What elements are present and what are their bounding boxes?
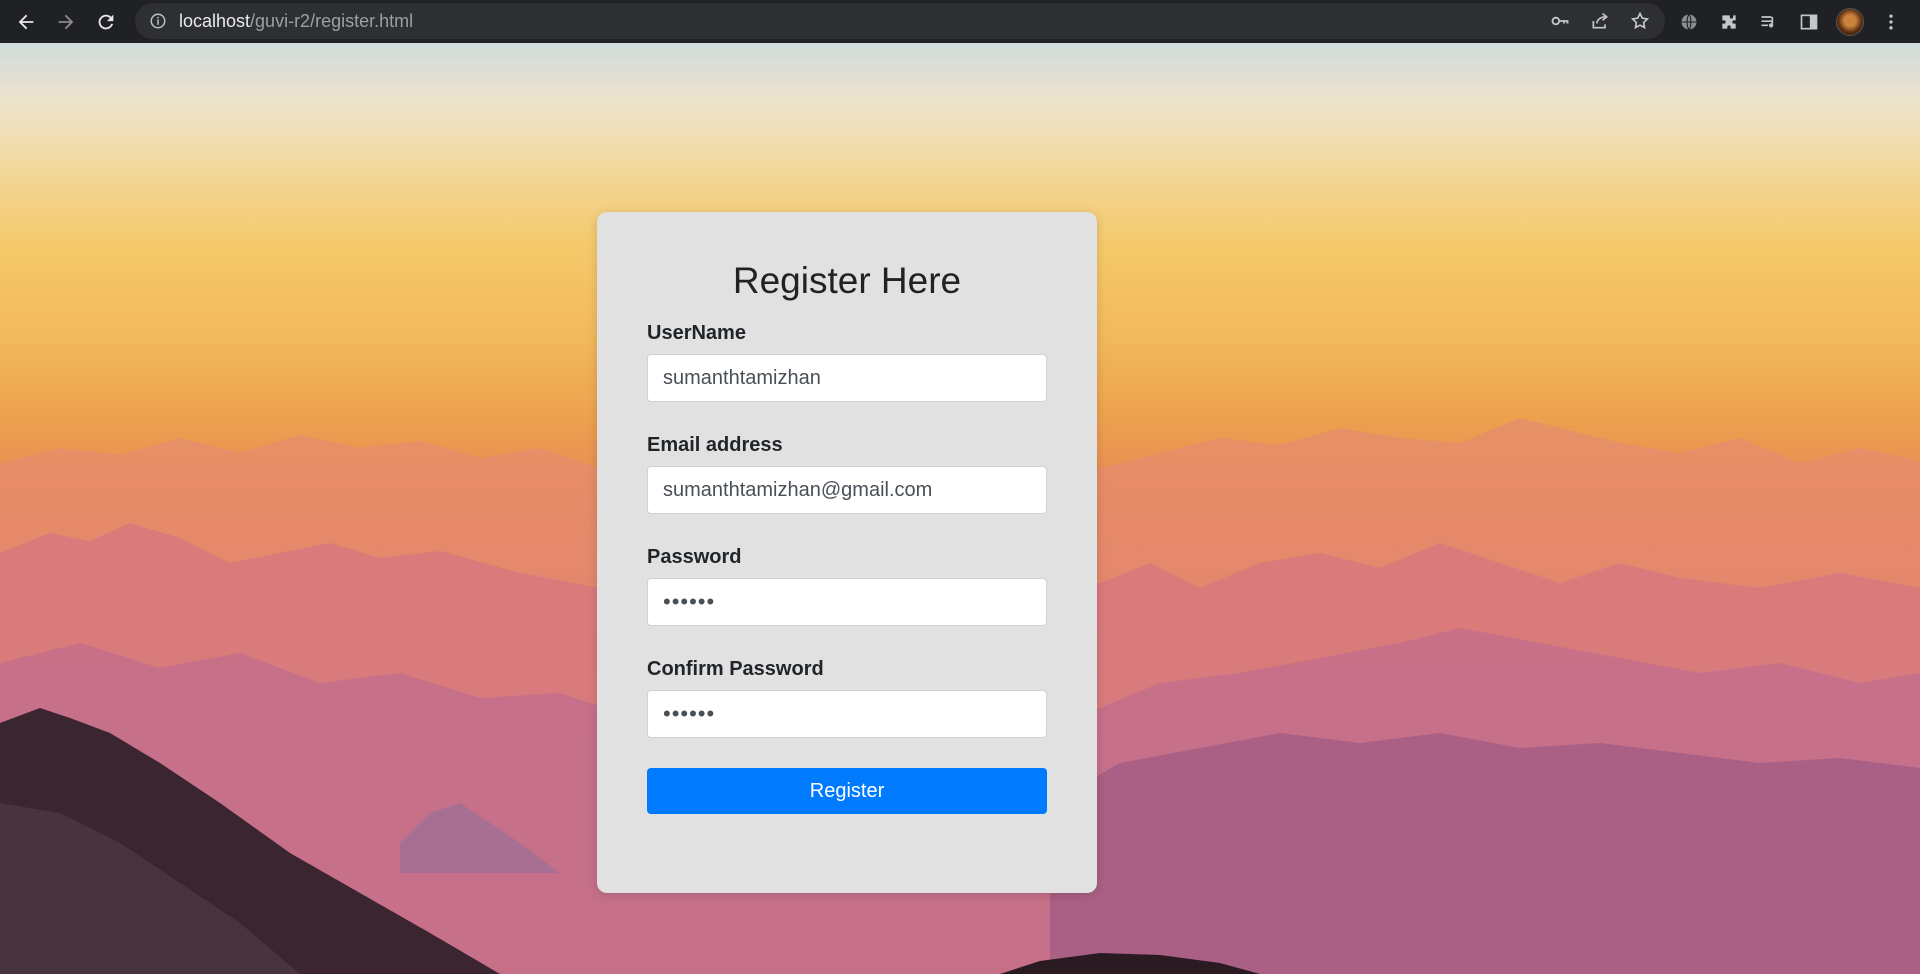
password-label: Password	[647, 546, 742, 568]
info-icon[interactable]	[149, 12, 167, 30]
media-icon[interactable]	[1756, 9, 1782, 35]
url-text: localhost/guvi-r2/register.html	[179, 11, 413, 32]
reload-button[interactable]	[86, 2, 126, 42]
confirm-password-field[interactable]	[647, 690, 1047, 738]
forward-button[interactable]	[46, 2, 86, 42]
share-icon[interactable]	[1587, 8, 1613, 34]
browser-toolbar: localhost/guvi-r2/register.html	[0, 0, 1920, 43]
username-label: UserName	[647, 322, 746, 344]
globe-icon[interactable]	[1676, 9, 1702, 35]
reload-icon	[98, 14, 114, 29]
password-field[interactable]	[647, 578, 1047, 626]
avatar[interactable]	[1836, 7, 1864, 36]
address-bar[interactable]: localhost/guvi-r2/register.html	[135, 3, 1665, 39]
star-icon[interactable]	[1627, 8, 1653, 34]
confirm-password-label: Confirm Password	[647, 658, 824, 680]
key-icon[interactable]	[1547, 8, 1573, 34]
register-button[interactable]: Register	[647, 768, 1047, 814]
puzzle-icon[interactable]	[1716, 9, 1742, 35]
email-label: Email address	[647, 434, 783, 456]
url-path: /guvi-r2/register.html	[250, 10, 414, 31]
register-card: Register Here UserName Email address Pas…	[597, 212, 1097, 893]
back-button[interactable]	[6, 2, 46, 42]
arrow-right-icon	[58, 14, 74, 29]
url-host: localhost	[179, 10, 251, 31]
email-field[interactable]	[647, 466, 1047, 514]
username-field[interactable]	[647, 354, 1047, 402]
menu-icon[interactable]	[1878, 9, 1904, 35]
side-panel-icon[interactable]	[1796, 9, 1822, 35]
page-title: Register Here	[732, 260, 962, 301]
arrow-left-icon	[18, 14, 34, 29]
page-background: Register Here UserName Email address Pas…	[0, 43, 1920, 974]
